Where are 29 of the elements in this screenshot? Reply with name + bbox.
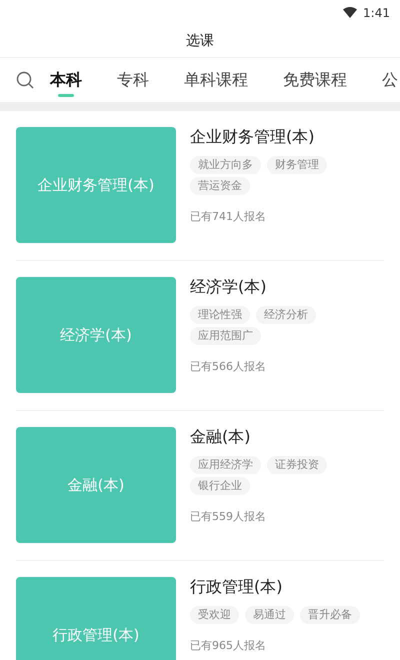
- enrollment-count: 已有566人报名: [190, 359, 267, 374]
- tab[interactable]: 免费课程: [283, 63, 347, 97]
- tab[interactable]: 单科课程: [184, 63, 248, 97]
- course-title[interactable]: 经济学(本): [190, 277, 390, 298]
- course-tag: 营运资金: [190, 177, 250, 195]
- course-tag: 应用范围广: [190, 327, 261, 345]
- wifi-icon: [343, 7, 358, 18]
- status-time: 1:41: [363, 6, 390, 20]
- course-tag: 易通过: [245, 606, 294, 624]
- course-tag: 受欢迎: [190, 606, 239, 624]
- course-tag: 经济分析: [256, 306, 316, 324]
- search-icon[interactable]: [16, 71, 34, 89]
- tab[interactable]: 专科: [117, 63, 149, 97]
- course-tag: 银行企业: [190, 477, 250, 495]
- tab[interactable]: 本科: [50, 63, 82, 97]
- course-tag: 应用经济学: [190, 456, 261, 474]
- page-title: 选课: [186, 32, 214, 50]
- course-tag: 财务管理: [267, 156, 327, 174]
- course-tag: 理论性强: [190, 306, 250, 324]
- enrollment-count: 已有965人报名: [190, 638, 267, 653]
- course-title[interactable]: 行政管理(本): [190, 577, 390, 598]
- enrollment-count: 已有741人报名: [190, 209, 267, 224]
- course-title[interactable]: 金融(本): [190, 427, 390, 448]
- course-title[interactable]: 企业财务管理(本): [190, 127, 390, 148]
- course-tag: 证券投资: [267, 456, 327, 474]
- enrollment-count: 已有559人报名: [190, 509, 267, 524]
- tab[interactable]: 公: [382, 63, 398, 97]
- course-tag: 就业方向多: [190, 156, 261, 174]
- course-tag: 晋升必备: [300, 606, 360, 624]
